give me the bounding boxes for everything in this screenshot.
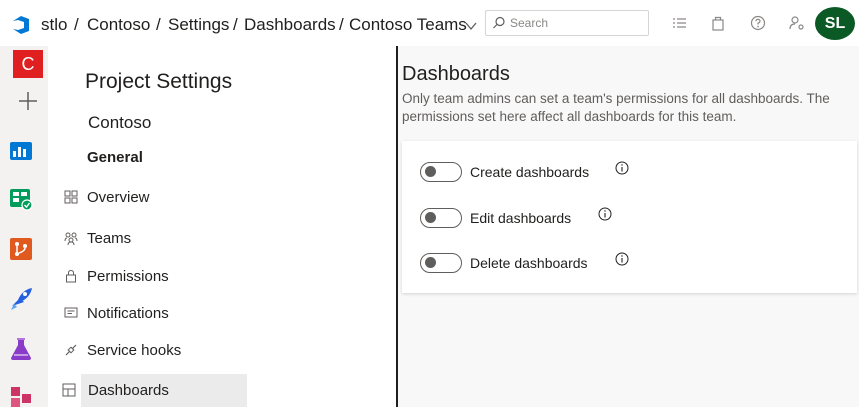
info-icon[interactable] (598, 207, 612, 221)
project-badge[interactable]: C (13, 50, 43, 78)
search-input[interactable] (510, 14, 642, 32)
nav-item-teams[interactable]: Teams (62, 222, 247, 256)
delete-dashboards-toggle[interactable] (420, 253, 462, 273)
breadcrumb-separator: / (339, 15, 344, 34)
marketplace-icon[interactable] (709, 14, 727, 32)
overview-dashboard-icon[interactable] (8, 138, 34, 164)
chevron-down-icon[interactable] (464, 19, 478, 33)
nav-item-label: Service hooks (87, 342, 182, 359)
boards-icon[interactable] (8, 186, 34, 212)
permission-label: Delete dashboards (470, 255, 588, 271)
breadcrumb-settings[interactable]: Settings (168, 15, 229, 35)
toggle-knob (425, 257, 436, 268)
breadcrumb-separator: / (156, 15, 161, 34)
content-description: Only team admins can set a team's permis… (402, 91, 830, 124)
service-hooks-icon (65, 344, 77, 356)
left-icon-rail: C (0, 46, 48, 407)
user-avatar[interactable]: SL (815, 7, 855, 40)
nav-item-label: Notifications (87, 305, 169, 322)
info-icon[interactable] (615, 161, 629, 175)
breadcrumb-project[interactable]: Contoso (87, 15, 150, 35)
help-icon[interactable] (749, 14, 767, 32)
breadcrumb-team[interactable]: Contoso Teams (349, 15, 467, 35)
search-box[interactable] (485, 10, 649, 36)
nav-section-general: General (87, 149, 143, 166)
toggle-knob (425, 166, 436, 177)
nav-item-label: Overview (87, 189, 150, 206)
overview-icon (64, 190, 78, 204)
toggle-knob (425, 212, 436, 223)
info-icon[interactable] (615, 252, 629, 266)
nav-item-overview[interactable]: Overview (62, 181, 247, 215)
nav-item-service-hooks[interactable]: Service hooks (62, 334, 247, 368)
user-settings-icon[interactable] (788, 14, 806, 32)
nav-item-permissions[interactable]: Permissions (62, 260, 247, 294)
list-icon[interactable] (670, 14, 688, 32)
plus-icon[interactable] (15, 88, 41, 114)
test-plans-icon[interactable] (8, 336, 34, 362)
create-dashboards-toggle[interactable] (420, 162, 462, 182)
nav-item-dashboards[interactable]: Dashboards (62, 374, 247, 407)
artifacts-icon[interactable] (8, 384, 34, 407)
nav-item-notifications[interactable]: Notifications (62, 297, 247, 331)
nav-project-name: Contoso (88, 113, 152, 132)
repos-icon[interactable] (8, 236, 34, 262)
permission-row-edit: Edit dashboards (420, 207, 840, 231)
top-bar: stlo / Contoso / Settings / Dashboards /… (0, 0, 859, 46)
permission-label: Edit dashboards (470, 210, 572, 226)
content-title: Dashboards (402, 63, 510, 85)
lock-icon (66, 269, 76, 283)
search-icon (493, 16, 505, 29)
dashboards-icon (62, 383, 76, 397)
permission-row-create: Create dashboards (420, 161, 840, 185)
azure-devops-logo-icon[interactable] (10, 14, 32, 36)
project-settings-nav: Project Settings Contoso General Overvie… (48, 46, 396, 407)
breadcrumb-org[interactable]: stlo (41, 15, 67, 35)
permissions-card: Create dashboards Edit dashboards Delete… (402, 141, 857, 293)
breadcrumb-separator: / (74, 15, 79, 34)
pipelines-icon[interactable] (8, 286, 34, 312)
teams-icon (64, 232, 78, 245)
edit-dashboards-toggle[interactable] (420, 208, 462, 228)
breadcrumb-separator: / (233, 15, 238, 34)
permission-label: Create dashboards (470, 164, 590, 180)
dashboards-settings-content: Dashboards Only team admins can set a te… (398, 46, 859, 407)
nav-item-label: Permissions (87, 268, 169, 285)
nav-title: Project Settings (85, 70, 233, 93)
nav-item-label: Dashboards (88, 382, 169, 399)
notification-icon (64, 307, 78, 318)
breadcrumb-dashboards[interactable]: Dashboards (244, 15, 336, 35)
permission-row-delete: Delete dashboards (420, 252, 840, 276)
nav-item-label: Teams (87, 230, 132, 247)
